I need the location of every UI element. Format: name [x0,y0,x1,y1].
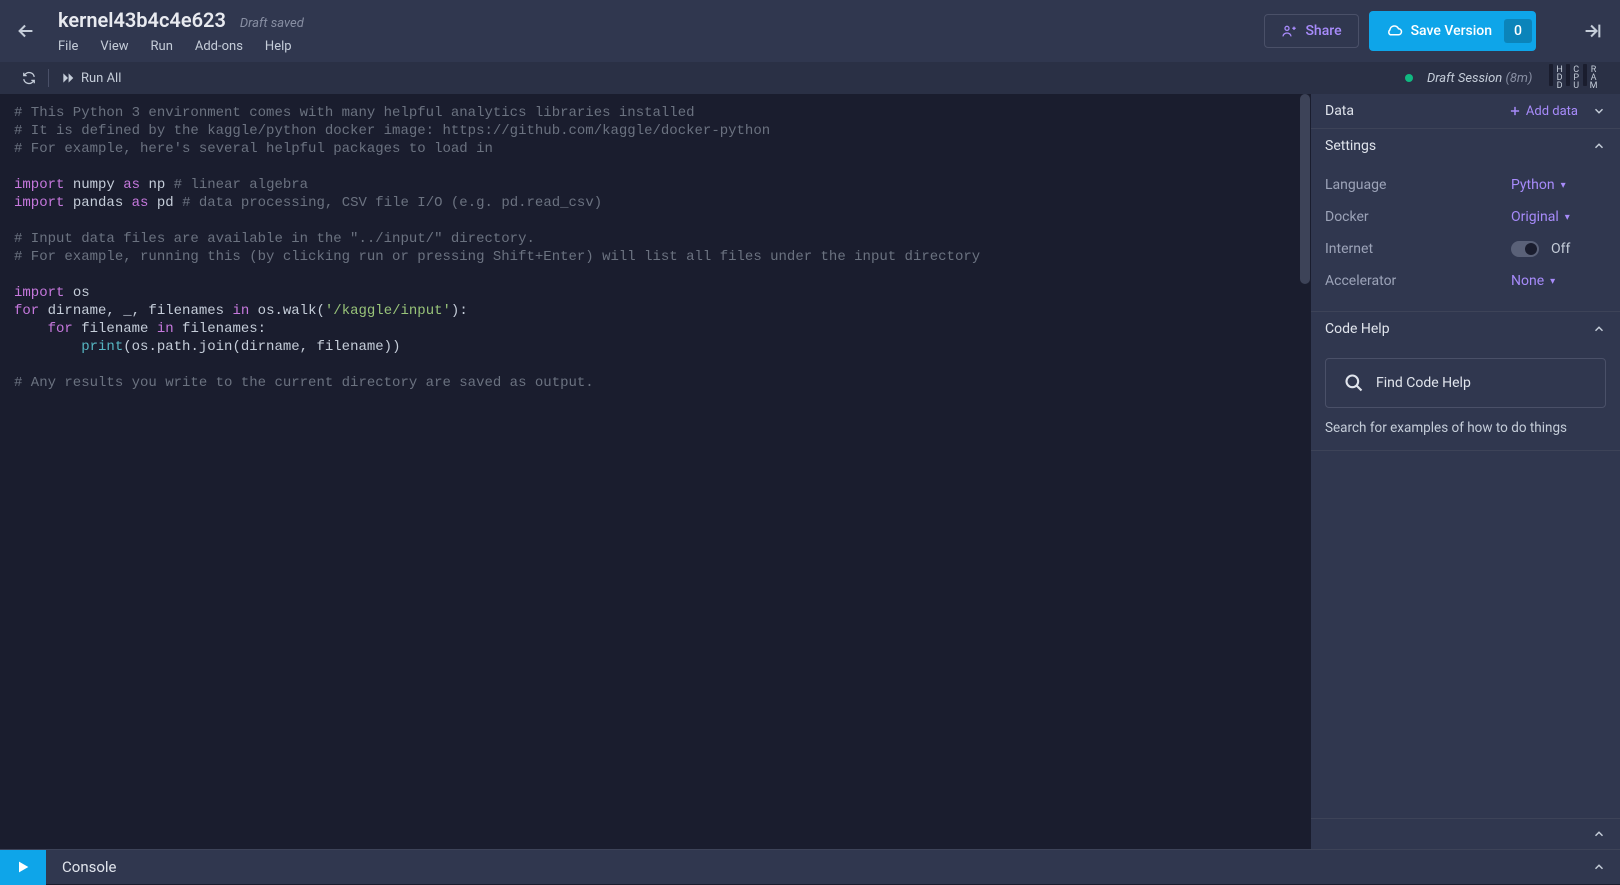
internet-label: Internet [1325,241,1373,257]
data-title: Data [1325,103,1354,119]
search-icon [1344,373,1364,393]
data-header[interactable]: Data Add data [1311,94,1620,128]
meter-ram[interactable]: RAM [1590,66,1598,90]
refresh-icon [22,71,36,85]
settings-section: Settings Language Python▾ Docker Origina… [1311,129,1620,312]
run-all-label: Run All [81,71,121,86]
share-label: Share [1305,23,1341,39]
sidebar-collapse-row [1311,818,1620,849]
find-code-help-button[interactable]: Find Code Help [1325,358,1606,408]
plus-icon [1508,104,1522,118]
console-expand[interactable] [1592,860,1620,874]
accelerator-label: Accelerator [1325,273,1396,289]
accelerator-select[interactable]: None▾ [1511,273,1606,289]
kernel-title[interactable]: kernel43b4c4e623 [58,8,226,32]
menu-bar: File View Run Add-ons Help [58,39,304,54]
share-button[interactable]: Share [1264,14,1358,48]
fast-forward-icon [61,71,75,85]
menu-help[interactable]: Help [265,39,292,54]
save-version-button[interactable]: Save Version 0 [1369,11,1536,51]
console-run-button[interactable] [0,850,46,885]
add-data-button[interactable]: Add data [1508,104,1606,119]
body: # This Python 3 environment comes with m… [0,94,1620,849]
save-count: 0 [1504,19,1532,43]
session-time: (8m) [1506,71,1533,86]
sidebar: Data Add data Settings Languag [1311,94,1620,849]
menu-file[interactable]: File [58,39,78,54]
find-code-help-label: Find Code Help [1376,375,1471,391]
language-select[interactable]: Python▾ [1511,177,1606,193]
meter-cpu[interactable]: CPU [1573,66,1579,90]
session-status-dot [1405,74,1413,82]
chevron-up-icon [1592,139,1606,153]
resource-meters: HDD CPU RAM [1556,66,1606,90]
docker-label: Docker [1325,209,1369,225]
save-label: Save Version [1411,23,1492,39]
menu-addons[interactable]: Add-ons [195,39,243,54]
console-bar: Console [0,849,1620,884]
back-button[interactable] [14,19,38,43]
chevron-up-icon [1592,860,1606,874]
cloud-icon [1385,22,1403,40]
language-label: Language [1325,177,1386,193]
settings-title: Settings [1325,138,1376,154]
code-help-title: Code Help [1325,321,1390,337]
refresh-button[interactable] [14,71,44,85]
sidebar-spacer [1311,451,1620,818]
draft-status: Draft saved [240,16,304,31]
code-help-hint: Search for examples of how to do things [1311,420,1620,450]
meter-hdd[interactable]: HDD [1556,66,1563,90]
share-icon [1281,23,1297,39]
chevron-down-icon [1592,104,1606,118]
code-help-section: Code Help Find Code Help Search for exam… [1311,312,1620,451]
settings-header[interactable]: Settings [1311,129,1620,163]
chevron-up-icon [1592,322,1606,336]
toggle-icon [1511,241,1539,257]
docker-select[interactable]: Original▾ [1511,209,1606,225]
scrollbar-thumb[interactable] [1300,94,1310,284]
data-section: Data Add data [1311,94,1620,129]
session-label: Draft Session [1427,71,1502,86]
console-label[interactable]: Console [46,858,133,876]
collapse-sidebar-button[interactable] [1578,17,1606,45]
chevron-up-icon[interactable] [1592,827,1606,841]
code-cell[interactable]: # This Python 3 environment comes with m… [0,94,1311,849]
menu-run[interactable]: Run [151,39,173,54]
add-data-label: Add data [1526,104,1578,119]
play-icon [15,859,31,875]
setting-docker: Docker Original▾ [1325,201,1606,233]
editor[interactable]: # This Python 3 environment comes with m… [0,94,1311,849]
setting-accelerator: Accelerator None▾ [1325,265,1606,297]
session-status: Draft Session (8m) [1427,71,1532,86]
setting-language: Language Python▾ [1325,169,1606,201]
toolbar: Run All Draft Session (8m) HDD CPU RAM [0,62,1620,94]
run-all-button[interactable]: Run All [53,71,129,86]
separator [48,69,49,87]
title-block: kernel43b4c4e623 Draft saved File View R… [58,8,304,54]
menu-view[interactable]: View [100,39,128,54]
code-help-header[interactable]: Code Help [1311,312,1620,346]
header: kernel43b4c4e623 Draft saved File View R… [0,0,1620,62]
setting-internet: Internet Off [1325,233,1606,265]
internet-toggle[interactable]: Off [1511,241,1606,257]
